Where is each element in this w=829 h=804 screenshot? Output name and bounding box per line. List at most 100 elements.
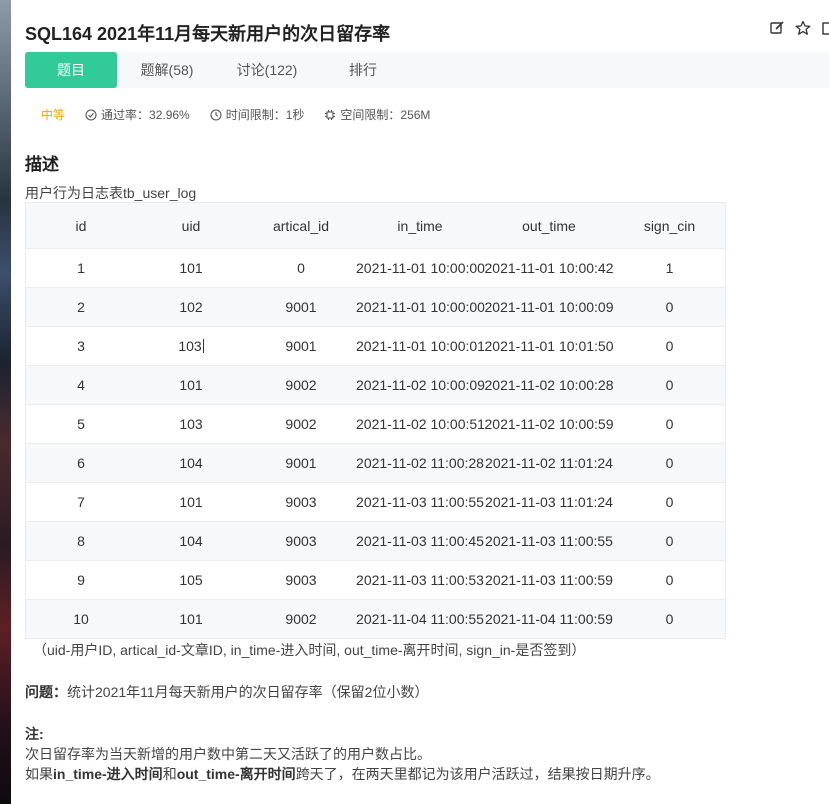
time-limit-text: 时间限制：1秒 xyxy=(225,108,305,122)
table-cell: 9003 xyxy=(246,521,356,561)
text-cursor xyxy=(202,339,204,353)
table-cell: 102 xyxy=(136,287,246,327)
table-row: 2 102 9001 2021-11-01 10:00:00 2021-11-01 10… xyxy=(26,287,725,327)
table-cell: 0 xyxy=(614,365,725,405)
table-cell: 0 xyxy=(614,443,725,483)
clock-icon xyxy=(210,108,222,121)
table-cell: 2021-11-04 11:00:59 xyxy=(484,599,614,638)
table-cell: 101 xyxy=(136,365,246,405)
table-cell: 9002 xyxy=(246,404,356,444)
problem-meta: 中等 通过率：32.96% 时间限制：1秒 空间限制：256M xyxy=(41,106,450,123)
table-cell: 9001 xyxy=(246,443,356,483)
problem-page: SQL164 2021年11月每天新用户的次日留存率 题目 题解(58) 讨论(… xyxy=(11,0,829,804)
chip-icon xyxy=(325,109,336,120)
table-cell: 2021-11-03 11:00:45 xyxy=(356,521,484,561)
table-cell: 7 xyxy=(26,482,136,522)
table-cell: 9003 xyxy=(246,560,356,600)
table-cell: 9001 xyxy=(246,326,356,366)
table-cell: 9001 xyxy=(246,287,356,327)
table-cell: 9 xyxy=(26,560,136,600)
tab-ranking[interactable]: 排行 xyxy=(317,52,409,88)
table-cell: 104 xyxy=(136,443,246,483)
table-row: 7 101 9003 2021-11-03 11:00:55 2021-11-03 11… xyxy=(26,482,725,522)
table-row: 10 101 9002 2021-11-04 11:00:55 2021-11-04 1… xyxy=(26,599,725,638)
table-cell: 0 xyxy=(614,287,725,327)
tab-problem[interactable]: 题目 xyxy=(25,52,117,88)
column-header: sign_cin xyxy=(614,203,725,249)
table-cell: 6 xyxy=(26,443,136,483)
table-row: 4 101 9002 2021-11-02 10:00:09 2021-11-02 10… xyxy=(26,365,725,405)
space-limit-text: 空间限制：256M xyxy=(340,108,431,122)
space-limit: 空间限制：256M xyxy=(324,106,430,123)
table-cell: 9002 xyxy=(246,365,356,405)
column-header: in_time xyxy=(356,203,484,249)
column-note: （uid-用户ID, artical_id-文章ID, in_time-进入时间… xyxy=(33,642,586,658)
table-cell: 2021-11-03 11:01:24 xyxy=(484,482,614,522)
question-text: 统计2021年11月每天新用户的次日留存率（保留2位小数） xyxy=(67,684,429,700)
edit-icon[interactable] xyxy=(769,20,785,36)
table-cell: 9002 xyxy=(246,599,356,638)
table-row: 9 105 9003 2021-11-03 11:00:53 2021-11-03 11… xyxy=(26,560,725,600)
table-cell: 0 xyxy=(614,326,725,366)
table-cell: 2021-11-03 11:00:53 xyxy=(356,560,484,600)
column-header: artical_id xyxy=(246,203,356,249)
table-cell: 1 xyxy=(26,248,136,288)
table-cell: 0 xyxy=(246,248,356,288)
table-cell: 2021-11-01 10:00:00 xyxy=(356,248,485,288)
pass-rate-text: 通过率：32.96% xyxy=(101,108,190,122)
column-header: out_time xyxy=(484,203,614,249)
notes-label: 注: xyxy=(25,726,44,742)
table-cell: 0 xyxy=(614,404,725,444)
pass-rate: 通过率：32.96% xyxy=(85,106,190,123)
table-cell: 0 xyxy=(614,521,725,561)
table-cell: 0 xyxy=(614,482,725,522)
table-row: 1 101 0 2021-11-01 10:00:00 2021-11-01 10:00… xyxy=(26,248,725,288)
difficulty-badge: 中等 xyxy=(41,108,66,122)
table-cell: 2021-11-02 10:00:28 xyxy=(484,365,614,405)
table-cell: 2021-11-01 10:00:09 xyxy=(484,287,614,327)
check-circle-icon xyxy=(85,108,97,121)
notes-line-2: 如果in_time-进入时间和out_time-离开时间跨天了，在两天里都记为该… xyxy=(25,766,660,782)
question: 问题：统计2021年11月每天新用户的次日留存率（保留2位小数） xyxy=(25,682,428,702)
question-label: 问题： xyxy=(25,684,67,700)
notes-line-1: 次日留存率为当天新增的用户数中第二天又活跃了的用户数占比。 xyxy=(25,746,431,762)
table-row: 5 103 9002 2021-11-02 10:00:51 2021-11-02 10… xyxy=(26,404,725,444)
table-cell: 10 xyxy=(26,599,136,638)
background-window-strip xyxy=(0,0,11,804)
tab-discussion[interactable]: 讨论(122) xyxy=(217,52,317,88)
table-cell: 2021-11-01 10:00:01 xyxy=(356,326,485,366)
notes: 注: 次日留存率为当天新增的用户数中第二天又活跃了的用户数占比。 如果in_ti… xyxy=(25,724,660,784)
table-cell: 105 xyxy=(136,560,246,600)
table-cell: 2021-11-04 11:00:55 xyxy=(356,599,484,638)
table-cell: 101 xyxy=(136,482,246,522)
table-cell: 3 xyxy=(26,326,136,366)
tabs-bar: 题目 题解(58) 讨论(122) 排行 xyxy=(25,52,829,88)
table-cell: 104 xyxy=(136,521,246,561)
table-cell: 2021-11-02 10:00:09 xyxy=(356,365,485,405)
column-header: id xyxy=(26,203,136,249)
table-cell: 4 xyxy=(26,365,136,405)
table-cell: 2021-11-02 10:00:59 xyxy=(484,404,614,444)
table-cell: 1 xyxy=(614,248,725,288)
star-icon[interactable] xyxy=(795,20,811,36)
table-cell: 9003 xyxy=(246,482,356,522)
description-heading: 描述 xyxy=(25,155,59,174)
table-cell: 5 xyxy=(26,404,136,444)
time-limit: 时间限制：1秒 xyxy=(210,106,305,123)
table-cell: 2021-11-02 10:00:51 xyxy=(356,404,485,444)
page-title: SQL164 2021年11月每天新用户的次日留存率 xyxy=(25,24,391,44)
table-cell: 103 xyxy=(136,404,246,444)
table-cell: 2021-11-02 11:01:24 xyxy=(484,443,614,483)
table-row: 8 104 9003 2021-11-03 11:00:45 2021-11-03 11… xyxy=(26,521,725,561)
table-cell: 2021-11-03 11:00:55 xyxy=(356,482,484,522)
table-caption: 用户行为日志表tb_user_log xyxy=(25,185,197,201)
more-icon[interactable] xyxy=(821,20,829,36)
table-cell: 101 xyxy=(136,599,246,638)
table-row: 3 103 9001 2021-11-01 10:00:01 2021-11-01 10… xyxy=(26,326,725,366)
table-cell: 2021-11-02 11:00:28 xyxy=(356,443,484,483)
table-cell: 2021-11-01 10:00:42 xyxy=(484,248,614,288)
user-log-table: id uid artical_id in_time out_time sign_… xyxy=(25,202,726,639)
tab-solutions[interactable]: 题解(58) xyxy=(117,52,217,88)
table-cell: 0 xyxy=(614,560,725,600)
table-cell: 8 xyxy=(26,521,136,561)
